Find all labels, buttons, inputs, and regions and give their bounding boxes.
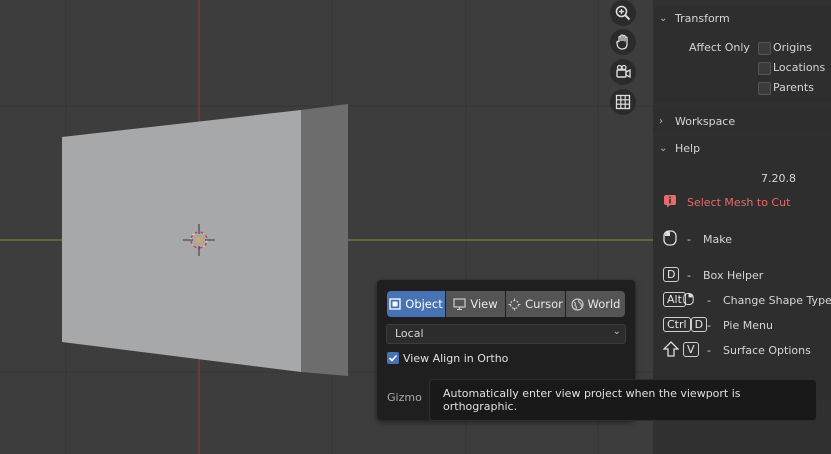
view-icon bbox=[453, 298, 466, 310]
shift-icon bbox=[662, 341, 680, 360]
key-ctrl-d: Ctrl D bbox=[663, 317, 708, 332]
view-align-label: View Align in Ortho bbox=[403, 352, 509, 365]
origins-checkbox[interactable] bbox=[758, 42, 771, 55]
help-section-body: 7.20.8 Select Mesh to Cut - Make D - Box… bbox=[653, 160, 831, 400]
zoom-button[interactable] bbox=[610, 0, 636, 26]
dash-text: - bbox=[687, 269, 691, 282]
gizmo-label: Gizmo bbox=[387, 391, 422, 404]
chevron-right-icon: › bbox=[659, 115, 663, 127]
key-v: V bbox=[683, 342, 699, 357]
make-label: Make bbox=[703, 233, 732, 246]
locations-label: Locations bbox=[773, 61, 826, 74]
tab-view[interactable]: View bbox=[446, 291, 505, 317]
transform-section-header[interactable]: ⌄ Transform bbox=[653, 6, 831, 30]
grid-view-icon bbox=[615, 94, 631, 110]
key-d: D bbox=[663, 267, 680, 282]
tooltip-text: Automatically enter view project when th… bbox=[443, 387, 741, 413]
mesh-face-front bbox=[62, 110, 301, 372]
cursor-icon bbox=[508, 298, 521, 310]
origins-label: Origins bbox=[773, 41, 812, 54]
mesh-face-side bbox=[301, 104, 348, 376]
pie-menu-label: Pie Menu bbox=[723, 319, 773, 332]
object-icon bbox=[389, 298, 401, 310]
surface-options-label: Surface Options bbox=[723, 344, 811, 357]
checkmark-icon bbox=[388, 354, 398, 362]
version-text: 7.20.8 bbox=[761, 172, 796, 185]
space-select[interactable]: Local ⌄ bbox=[386, 324, 626, 344]
tab-cursor[interactable]: Cursor bbox=[506, 291, 565, 317]
mouse-icon bbox=[683, 292, 694, 309]
tab-object[interactable]: Object bbox=[387, 291, 445, 317]
workspace-section-header[interactable]: › Workspace bbox=[653, 109, 831, 133]
camera-view-icon bbox=[616, 64, 631, 79]
affect-only-label: Affect Only bbox=[689, 41, 750, 54]
locations-checkbox[interactable] bbox=[758, 62, 771, 75]
transform-section-body: Affect Only Origins Locations Parents bbox=[653, 30, 831, 102]
camera-view-button[interactable] bbox=[610, 59, 636, 85]
zoom-icon bbox=[615, 5, 631, 21]
help-title: Help bbox=[675, 141, 701, 155]
globe-icon bbox=[570, 297, 584, 311]
dash-text: - bbox=[687, 233, 691, 246]
view-align-checkbox[interactable] bbox=[387, 352, 399, 364]
tab-world[interactable]: World bbox=[566, 291, 625, 317]
dash-text: - bbox=[707, 344, 711, 357]
chevron-down-icon: ⌄ bbox=[612, 326, 621, 337]
pan-button[interactable] bbox=[610, 29, 636, 55]
help-section-header[interactable]: ⌄ Help bbox=[653, 136, 831, 160]
chevron-down-icon: ⌄ bbox=[659, 142, 668, 154]
chevron-down-icon: ⌄ bbox=[659, 12, 668, 24]
ortho-toggle-button[interactable] bbox=[610, 89, 636, 115]
hand-pan-icon bbox=[616, 34, 628, 50]
transform-title: Transform bbox=[675, 11, 730, 25]
workspace-title: Workspace bbox=[675, 114, 736, 128]
box-helper-label: Box Helper bbox=[703, 269, 764, 282]
parents-label: Parents bbox=[773, 81, 814, 94]
warning-icon bbox=[663, 194, 677, 211]
space-select-value: Local bbox=[395, 327, 424, 340]
parents-checkbox[interactable] bbox=[758, 82, 771, 95]
warning-text: Select Mesh to Cut bbox=[687, 196, 791, 209]
mouse-icon bbox=[663, 230, 677, 249]
dash-text: - bbox=[707, 319, 711, 332]
change-shape-type-label: Change Shape Type bbox=[723, 294, 831, 307]
tooltip: Automatically enter view project when th… bbox=[429, 379, 817, 421]
dash-text: - bbox=[707, 294, 711, 307]
